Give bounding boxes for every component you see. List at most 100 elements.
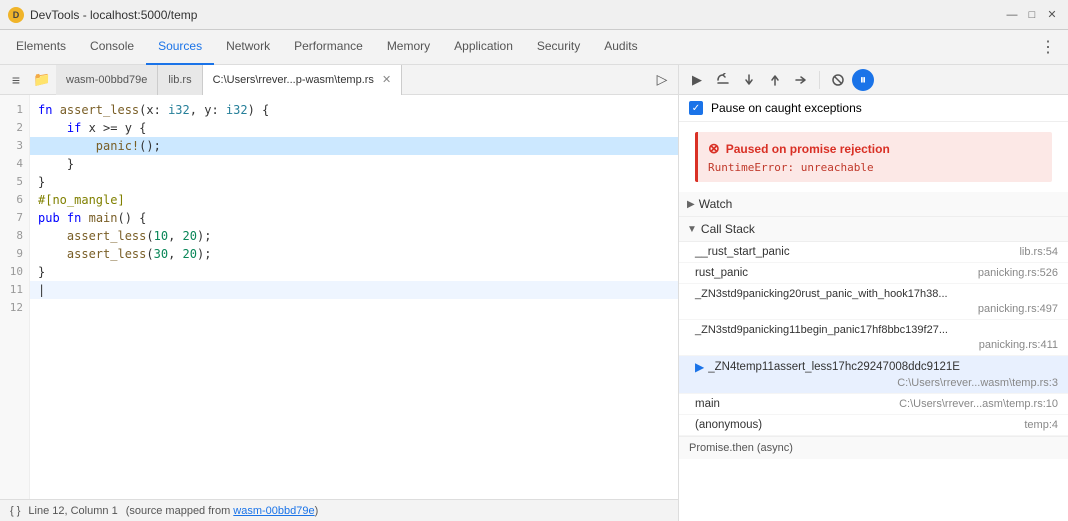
source-map-link[interactable]: wasm-00bbd79e (233, 505, 314, 517)
current-frame-icon: ▶ (695, 360, 704, 374)
error-detail: RuntimeError: unreachable (708, 161, 1042, 174)
stack-fn-name: ▶ _ZN4temp11assert_less17hc29247008ddc91… (695, 360, 1058, 374)
promise-async-bar: Promise.then (async) (679, 436, 1068, 459)
file-tab-label: wasm-00bbd79e (66, 74, 147, 86)
file-tab-temprs[interactable]: C:\Users\rrever...p-wasm\temp.rs ✕ (203, 65, 403, 95)
pause-on-exceptions-button[interactable]: ⏸ (852, 69, 874, 91)
stack-item[interactable]: (anonymous) temp:4 (679, 415, 1068, 436)
deactivate-breakpoints-button[interactable] (826, 68, 850, 92)
stack-fn-name: rust_panic (695, 267, 748, 279)
stack-file: panicking.rs:411 (979, 339, 1058, 351)
cursor-position: Line 12, Column 1 (28, 505, 117, 517)
stack-file: panicking.rs:526 (978, 267, 1058, 279)
filesystem-button[interactable]: 📁 (30, 68, 54, 92)
status-bar: { } Line 12, Column 1 (source mapped fro… (0, 499, 678, 521)
file-tab-librs[interactable]: lib.rs (158, 65, 202, 95)
stack-file: C:\Users\rrever...asm\temp.rs:10 (899, 398, 1058, 410)
close-tab-icon[interactable]: ✕ (382, 73, 391, 86)
stack-item[interactable]: rust_panic panicking.rs:526 (679, 263, 1068, 284)
error-box: ⊗ Paused on promise rejection RuntimeErr… (695, 132, 1052, 182)
main-content: ≡ 📁 wasm-00bbd79e lib.rs C:\Users\rrever… (0, 65, 1068, 521)
error-title-text: Paused on promise rejection (726, 142, 890, 156)
source-map-info: (source mapped from wasm-00bbd79e) (126, 505, 319, 517)
stack-fn-name: (anonymous) (695, 419, 762, 431)
line-numbers: 12345 678910 1112 (0, 95, 30, 499)
tab-console[interactable]: Console (78, 30, 146, 65)
tab-security[interactable]: Security (525, 30, 592, 65)
stack-fn-name: __rust_start_panic (695, 246, 790, 258)
toolbar-divider (819, 71, 820, 89)
watch-label: Watch (699, 197, 733, 211)
stack-file: lib.rs:54 (1019, 246, 1058, 258)
code-line: } (30, 263, 678, 281)
code-area: ≡ 📁 wasm-00bbd79e lib.rs C:\Users\rrever… (0, 65, 678, 521)
stack-file: temp:4 (1024, 419, 1058, 431)
tab-sources[interactable]: Sources (146, 30, 214, 65)
file-tabs: wasm-00bbd79e lib.rs C:\Users\rrever...p… (56, 65, 648, 95)
stack-item-current[interactable]: ▶ _ZN4temp11assert_less17hc29247008ddc91… (679, 356, 1068, 394)
stack-fn-name: _ZN3std9panicking20rust_panic_with_hook1… (695, 288, 1058, 300)
close-button[interactable]: ✕ (1044, 7, 1060, 23)
right-content[interactable]: ✓ Pause on caught exceptions ⊗ Paused on… (679, 95, 1068, 521)
file-tab-label: lib.rs (168, 74, 191, 86)
callstack-label: Call Stack (701, 222, 755, 236)
maximize-button[interactable]: □ (1024, 7, 1040, 23)
right-panel: ▶ ⏸ ✓ Pause on caught exceptio (678, 65, 1068, 521)
stack-fn-name: main (695, 398, 720, 410)
watch-chevron-icon: ▶ (687, 199, 695, 210)
tab-application[interactable]: Application (442, 30, 525, 65)
debugger-toolbar: ▶ ⏸ (679, 65, 1068, 95)
file-tab-wasm[interactable]: wasm-00bbd79e (56, 65, 158, 95)
error-icon: ⊗ (708, 140, 720, 157)
code-line: if x >= y { (30, 119, 678, 137)
code-editor[interactable]: 12345 678910 1112 fn assert_less(x: i32,… (0, 95, 678, 499)
error-title: ⊗ Paused on promise rejection (708, 140, 1042, 157)
resume-button[interactable]: ▶ (685, 68, 709, 92)
titlebar: D DevTools - localhost:5000/temp — □ ✕ (0, 0, 1068, 30)
stack-file: panicking.rs:497 (978, 303, 1058, 315)
stack-file: C:\Users\rrever...wasm\temp.rs:3 (897, 377, 1058, 389)
stack-item[interactable]: main C:\Users\rrever...asm\temp.rs:10 (679, 394, 1068, 415)
more-tabs-button[interactable]: ⋮ (1032, 37, 1064, 57)
code-line-cursor: | (30, 281, 678, 299)
code-line: assert_less(30, 20); (30, 245, 678, 263)
navigator-toggle-button[interactable]: ≡ (4, 68, 28, 92)
tab-performance[interactable]: Performance (282, 30, 375, 65)
code-lines: fn assert_less(x: i32, y: i32) { if x >=… (30, 95, 678, 499)
titlebar-title: DevTools - localhost:5000/temp (30, 8, 998, 22)
pause-exceptions-row: ✓ Pause on caught exceptions (679, 95, 1068, 122)
error-section: ⊗ Paused on promise rejection RuntimeErr… (679, 122, 1068, 192)
play-button[interactable]: ▷ (650, 68, 674, 92)
pause-exceptions-label: Pause on caught exceptions (711, 101, 862, 115)
file-tab-label: C:\Users\rrever...p-wasm\temp.rs (213, 74, 374, 86)
step-into-button[interactable] (737, 68, 761, 92)
sources-toolbar: ≡ 📁 wasm-00bbd79e lib.rs C:\Users\rrever… (0, 65, 678, 95)
watch-section-header[interactable]: ▶ Watch (679, 192, 1068, 217)
tab-audits[interactable]: Audits (592, 30, 649, 65)
step-button[interactable] (789, 68, 813, 92)
code-line-highlighted: panic!(); (30, 137, 678, 155)
stack-item[interactable]: _ZN3std9panicking11begin_panic17hf8bbc13… (679, 320, 1068, 356)
minimize-button[interactable]: — (1004, 7, 1020, 23)
tab-network[interactable]: Network (214, 30, 282, 65)
stack-item[interactable]: _ZN3std9panicking20rust_panic_with_hook1… (679, 284, 1068, 320)
step-over-button[interactable] (711, 68, 735, 92)
callstack-chevron-icon: ▼ (687, 224, 697, 235)
devtools-icon: D (8, 7, 24, 23)
stack-item[interactable]: __rust_start_panic lib.rs:54 (679, 242, 1068, 263)
step-out-button[interactable] (763, 68, 787, 92)
pause-exceptions-checkbox[interactable]: ✓ (689, 101, 703, 115)
code-line: assert_less(10, 20); (30, 227, 678, 245)
code-line: } (30, 155, 678, 173)
code-line: #[no_mangle] (30, 191, 678, 209)
code-line: fn assert_less(x: i32, y: i32) { (30, 101, 678, 119)
tab-elements[interactable]: Elements (4, 30, 78, 65)
tab-memory[interactable]: Memory (375, 30, 442, 65)
code-line: } (30, 173, 678, 191)
devtools-tab-bar: Elements Console Sources Network Perform… (0, 30, 1068, 65)
callstack-section-header[interactable]: ▼ Call Stack (679, 217, 1068, 242)
code-line: pub fn main() { (30, 209, 678, 227)
window-controls: — □ ✕ (1004, 7, 1060, 23)
stack-fn-name: _ZN3std9panicking11begin_panic17hf8bbc13… (695, 324, 1058, 336)
code-format-icon[interactable]: { } (10, 505, 20, 517)
